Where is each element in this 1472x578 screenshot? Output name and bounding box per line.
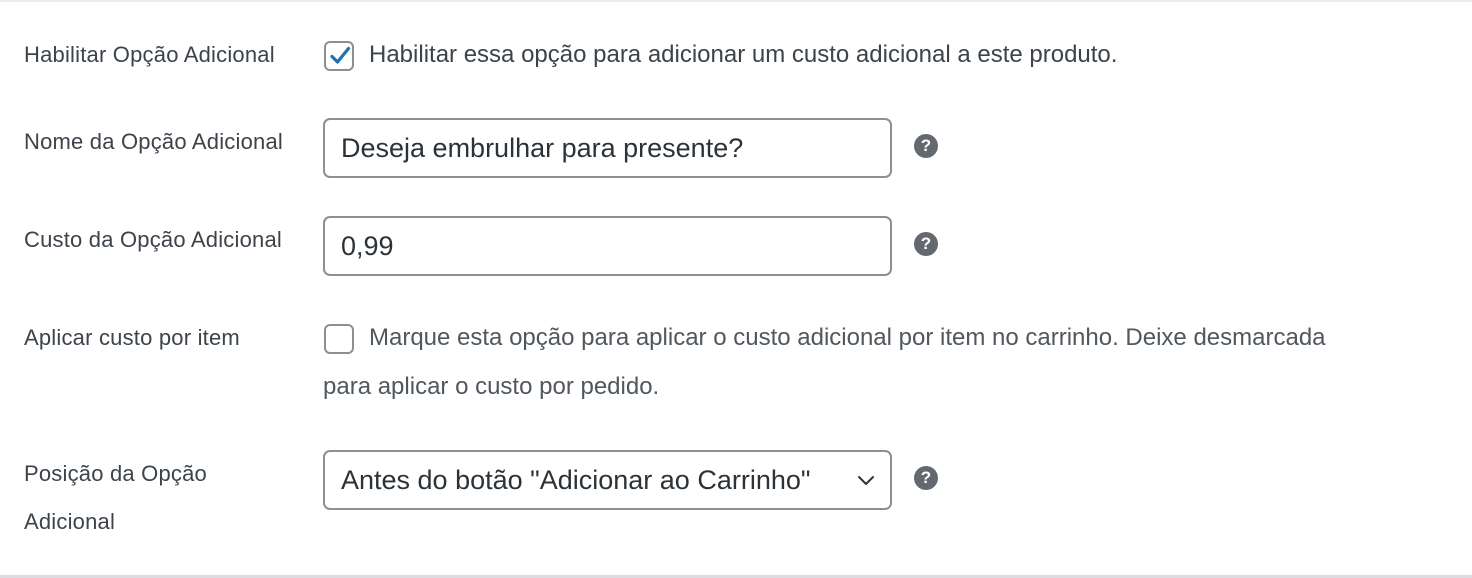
per-item-checkbox[interactable] <box>324 324 354 354</box>
option-name-label: Nome da Opção Adicional <box>24 129 283 154</box>
question-circle-icon[interactable]: ? <box>914 232 938 256</box>
enable-option-checkbox[interactable] <box>324 41 354 71</box>
position-select-value: Antes do botão "Adicionar ao Carrinho" <box>341 465 811 495</box>
top-divider <box>0 0 1472 2</box>
position-label-line1: Posição da Opção <box>24 461 207 486</box>
option-name-input[interactable] <box>323 118 892 178</box>
check-icon <box>330 46 351 64</box>
chevron-down-icon <box>858 476 874 485</box>
position-label-line2: Adicional <box>24 509 116 534</box>
position-select[interactable]: Antes do botão "Adicionar ao Carrinho" <box>323 450 892 510</box>
option-cost-label: Custo da Opção Adicional <box>24 227 282 252</box>
question-circle-icon[interactable]: ? <box>914 466 938 490</box>
enable-option-label: Habilitar Opção Adicional <box>24 42 275 67</box>
enable-option-description: Habilitar essa opção para adicionar um c… <box>369 41 1118 68</box>
question-circle-icon[interactable]: ? <box>914 134 938 158</box>
per-item-description-line2: para aplicar o custo por pedido. <box>323 373 660 400</box>
per-item-description-line1: Marque esta opção para aplicar o custo a… <box>369 324 1326 351</box>
option-cost-input[interactable] <box>323 216 892 276</box>
per-item-label: Aplicar custo por item <box>24 325 240 350</box>
